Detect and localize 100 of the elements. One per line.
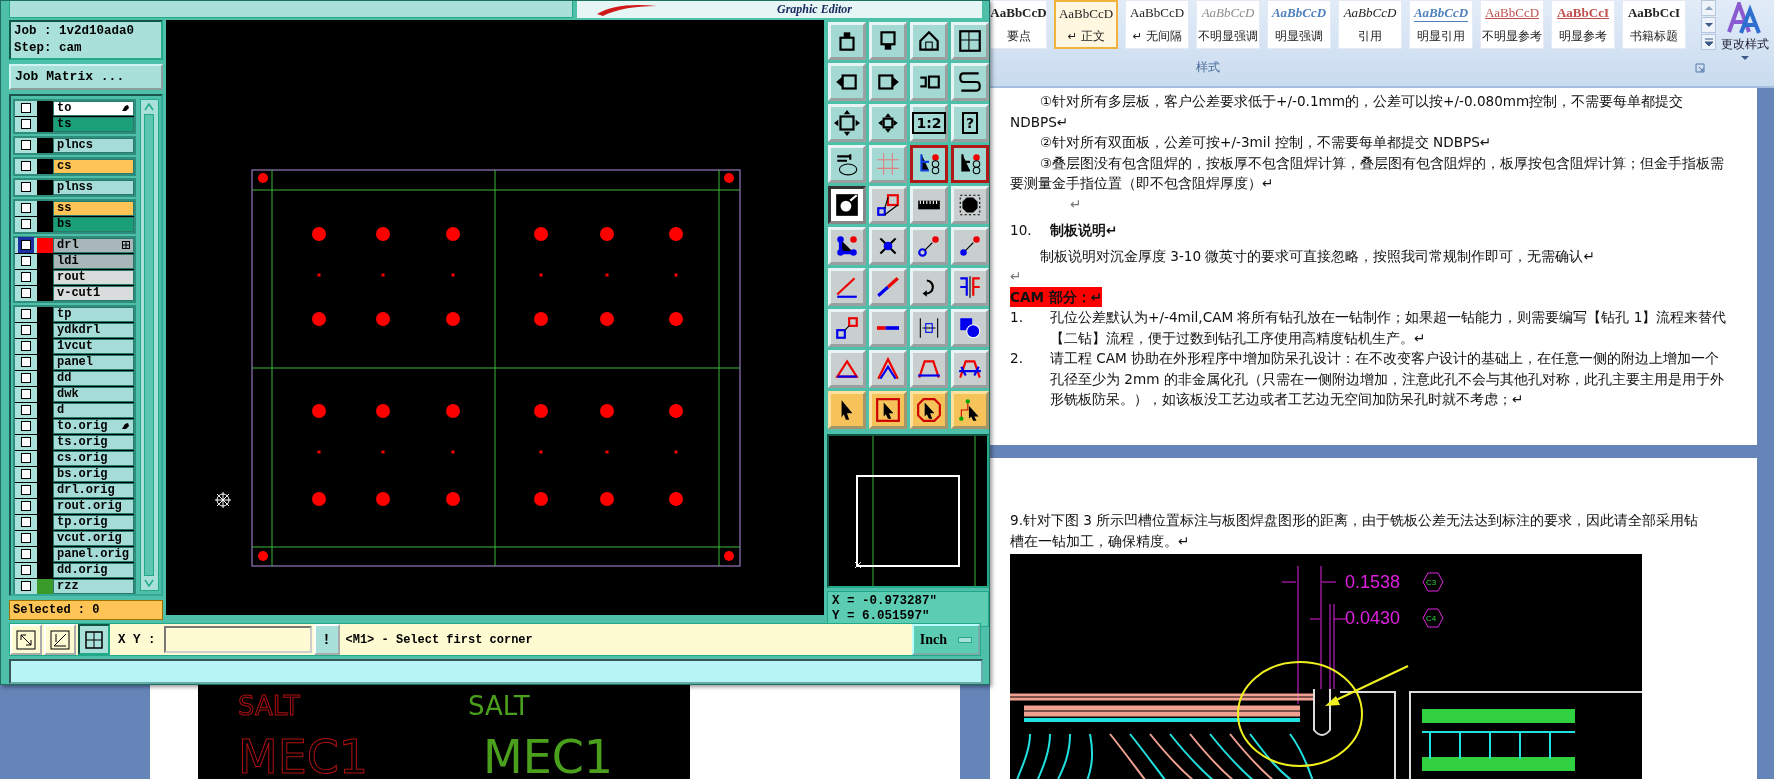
list-item-text: 请工程 CAM 协助在外形程序中增加防呆孔设计：在不改变客户设计的基础上，在任意一侧的附边上增加一个孔径至少为 2mm 的非金属化孔（只需在一侧附边增加，注意此孔不会与其他孔对称，此孔主要主用是用于外形铣板防呆。），如该板没工艺边或者工艺边无空间加防呆孔时就不考虑；↵ <box>1050 349 1725 409</box>
layer-name-field[interactable]: dd <box>53 370 134 386</box>
prompt-message: <M1> - Select first corner <box>344 632 534 647</box>
layer-checkbox[interactable] <box>21 484 31 495</box>
hexagon-tag-icon <box>1422 608 1444 628</box>
style-gallery-item[interactable]: AaBbCcD 不明显参考 <box>1480 0 1544 49</box>
scroll-thumb[interactable] <box>144 113 155 576</box>
layer-checkbox[interactable] <box>21 372 31 383</box>
style-gallery-item[interactable]: AaBbCcD 引用 <box>1338 0 1402 49</box>
style-gallery-item[interactable]: AaBbCcD 要点 <box>990 0 1047 49</box>
layer-checkbox[interactable] <box>21 239 31 250</box>
style-gallery-item[interactable]: AaBbCcD 明显强调 <box>1267 0 1331 49</box>
layer-name-field[interactable]: vcut.orig <box>53 530 134 546</box>
layer-name-field[interactable]: cs.orig <box>53 450 134 466</box>
layer-name-field[interactable]: dwk <box>53 386 134 402</box>
layer-name-field[interactable]: ldi <box>53 253 134 269</box>
layer-name-field[interactable]: v-cut1 <box>53 285 134 301</box>
layer-name-field[interactable]: drl.orig <box>53 482 134 498</box>
style-gallery-item[interactable]: AaBbCcD ↵ 正文 <box>1054 0 1118 49</box>
layer-checkbox[interactable] <box>21 420 31 431</box>
change-styles-button[interactable]: 更改样式 <box>1718 0 1772 86</box>
layer-name-field[interactable]: panel.orig <box>53 546 134 562</box>
layer-name-field[interactable]: dd.orig <box>53 562 134 578</box>
layer-name-field[interactable]: ydkdrl <box>53 322 134 338</box>
layer-name-field[interactable]: 1vcut <box>53 338 134 354</box>
layer-name-field[interactable]: ts.orig <box>53 434 134 450</box>
layer-checkbox[interactable] <box>21 181 31 192</box>
squares-move-icon <box>834 314 860 341</box>
xy-input-field[interactable] <box>163 625 312 654</box>
layer-name-field[interactable]: plncs <box>53 137 134 153</box>
ribbon-group-label: 样式 <box>1196 59 1220 76</box>
layer-checkbox[interactable] <box>21 548 31 559</box>
layer-checkbox[interactable] <box>21 500 31 511</box>
layer-name-field[interactable]: ts <box>53 116 134 132</box>
style-gallery-item[interactable]: AaBbCcD 不明显强调 <box>1196 0 1260 49</box>
toolbar-button[interactable]: ? <box>951 103 989 142</box>
layer-checkbox[interactable] <box>21 532 31 543</box>
layer-checkbox[interactable] <box>21 139 31 150</box>
layer-name-field[interactable]: to <box>53 100 134 116</box>
paragraph: 制板说明对沉金厚度 3-10 微英寸的要求可直接忽略，按照我司常规制作即可，无需确认↵ <box>1038 246 1596 266</box>
paragraph-mark: ↵ <box>1010 267 1023 286</box>
layer-name-field[interactable]: plnss <box>53 179 134 195</box>
layer-checkbox[interactable] <box>21 287 31 298</box>
layer-name-field[interactable]: rout <box>53 269 134 285</box>
style-gallery-item[interactable]: AaBbCcD 明显引用 <box>1409 0 1473 49</box>
job-matrix-button[interactable]: Job Matrix ... <box>9 63 163 90</box>
toolbar-button[interactable] <box>828 185 866 224</box>
paragraph: ②针对所有双面板，公差可按+/-3mil 控制，不需要每单都提交 NDBPS↵ <box>1038 133 1493 152</box>
layer-name-field[interactable]: rout.orig <box>53 498 134 514</box>
layer-checkbox[interactable] <box>21 356 31 367</box>
layer-name-field[interactable]: to.orig <box>53 418 134 434</box>
layer-name-field[interactable]: panel <box>53 354 134 370</box>
app-title: Graphic Editor <box>777 1 852 17</box>
layer-checkbox[interactable] <box>21 516 31 527</box>
layer-name-field[interactable]: bs <box>53 216 134 232</box>
units-dropdown[interactable]: Inch <box>912 623 980 656</box>
toolbar-button[interactable] <box>78 623 110 656</box>
more-styles-button[interactable] <box>1701 34 1716 50</box>
layer-checkbox[interactable] <box>21 452 31 463</box>
layer-name-field[interactable]: drl <box>53 237 134 253</box>
layer-checkbox[interactable] <box>21 436 31 447</box>
mirror-icon <box>957 273 983 300</box>
layer-checkbox[interactable] <box>21 404 31 415</box>
toolbar-button[interactable] <box>951 144 989 183</box>
layer-checkbox[interactable] <box>21 271 31 282</box>
layer-checkbox[interactable] <box>21 468 31 479</box>
style-gallery-item[interactable]: AaBbCcI 明显参考 <box>1551 0 1615 49</box>
paragraph: ③叠层图没有包含阻焊的，按板厚不包含阻焊计算，叠层图有包含阻焊的，板厚按包含阻焊计算；但金手指板需要测量金手指位置（即不包含阻焊厚度）↵ <box>1010 153 1726 193</box>
layer-name-field[interactable]: ss <box>53 200 134 216</box>
layer-checkbox[interactable] <box>21 340 31 351</box>
layer-name-field[interactable]: bs.orig <box>53 466 134 482</box>
layer-checkbox[interactable] <box>21 580 31 591</box>
layer-name-field[interactable]: d <box>53 402 134 418</box>
job-name: Job : 1v2d10ada0 <box>14 22 136 40</box>
toolbar-button[interactable]: 1:2 <box>910 103 948 142</box>
layer-checkbox[interactable] <box>21 218 31 229</box>
layer-name-field[interactable]: cs <box>53 158 134 174</box>
layer-name-field[interactable]: tp.orig <box>53 514 134 530</box>
layer-checkbox[interactable] <box>21 388 31 399</box>
layer-name-field[interactable]: tp <box>53 306 134 322</box>
layer-checkbox[interactable] <box>21 160 31 171</box>
highlighted-heading: CAM 部分：↵ <box>1010 286 1103 307</box>
toolbar-button[interactable] <box>910 144 948 183</box>
layer-checkbox[interactable] <box>21 564 31 575</box>
layer-checkbox[interactable] <box>21 255 31 266</box>
grid-icon <box>875 150 901 177</box>
alert-button[interactable]: ! <box>313 623 340 656</box>
paragraph: 9.针对下图 3 所示凹槽位置标注与板图焊盘图形的距离，由于铣板公差无法达到标注的要求，因此请全部采用钻槽在一钻加工，确保精度。↵ <box>1010 511 1700 551</box>
layer-name-field[interactable]: rzz <box>53 578 134 594</box>
dialog-launcher-icon[interactable] <box>1695 62 1705 73</box>
caret-down-icon <box>1704 22 1713 28</box>
layer-checkbox[interactable] <box>21 202 31 213</box>
layer-checkbox[interactable] <box>21 308 31 319</box>
layer-checkbox[interactable] <box>21 102 31 113</box>
layer-checkbox[interactable] <box>21 118 31 129</box>
chevron-up-icon <box>875 355 901 382</box>
style-gallery-item[interactable]: AaBbCcD ↵ 无间隔 <box>1125 0 1189 49</box>
layer-checkbox[interactable] <box>21 324 31 335</box>
style-gallery-item[interactable]: AaBbCcI 书籍标题 <box>1622 0 1686 49</box>
scroll-down-button[interactable] <box>1701 17 1716 33</box>
